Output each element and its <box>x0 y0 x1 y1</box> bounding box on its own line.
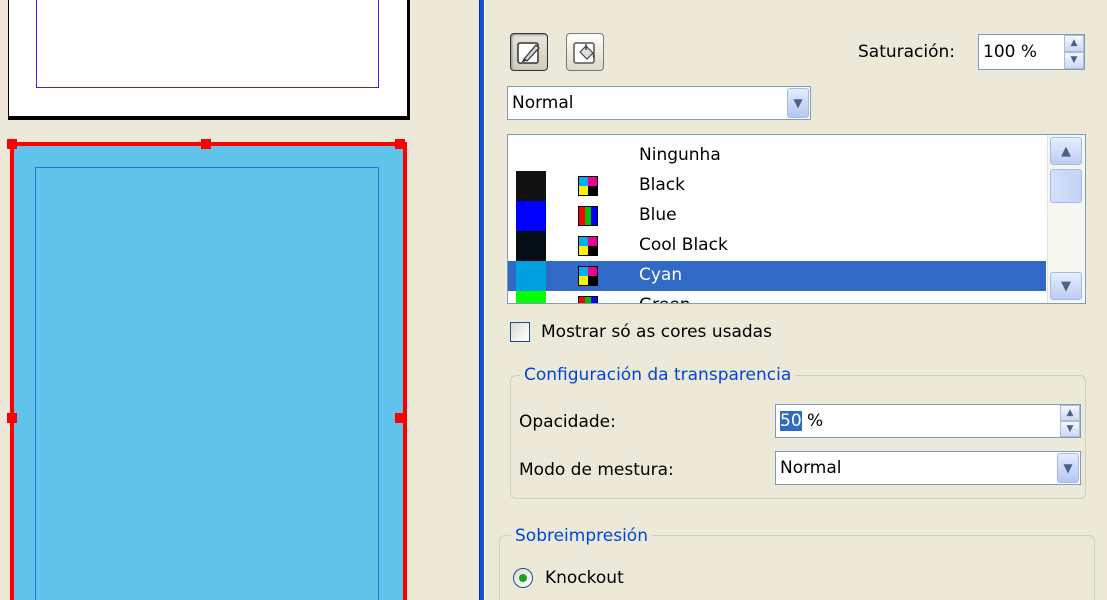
chevron-down-icon[interactable]: ▼ <box>787 88 809 118</box>
color-swatch <box>516 261 546 291</box>
color-item-name: Green <box>639 295 690 303</box>
knockout-label[interactable]: Knockout <box>545 568 624 588</box>
frame-handle-middle-left[interactable] <box>7 413 17 423</box>
show-used-colors-checkbox[interactable] <box>510 322 530 342</box>
color-item-name: Cool Black <box>639 235 728 255</box>
frame-margin-guide <box>35 167 379 600</box>
color-item-green[interactable]: Green <box>508 291 1046 303</box>
knockout-radio[interactable] <box>513 568 533 588</box>
chevron-down-icon[interactable]: ▼ <box>1057 453 1079 483</box>
brush-mode-button[interactable] <box>510 33 548 71</box>
opacity-spin-buttons[interactable]: ▲ ▼ <box>1060 405 1080 437</box>
rgb-model-icon <box>578 296 598 303</box>
transparency-group-title: Configuración da transparencia <box>520 365 796 385</box>
saturation-value[interactable]: 100 % <box>979 35 1064 69</box>
paint-bucket-icon <box>573 42 595 64</box>
tone-mode-combo[interactable]: Normal ▼ <box>507 86 811 120</box>
page-margin-guide <box>36 0 379 88</box>
saturation-spin-buttons[interactable]: ▲ ▼ <box>1064 35 1084 69</box>
color-item-name: Blue <box>639 205 677 225</box>
cmyk-model-icon <box>578 266 598 286</box>
color-item-cool-black[interactable]: Cool Black <box>508 231 1046 261</box>
tone-mode-value: Normal <box>512 93 574 113</box>
scroll-down-icon[interactable]: ▼ <box>1050 272 1082 300</box>
fill-mode-button[interactable] <box>566 33 604 71</box>
blend-mode-value: Normal <box>780 458 842 478</box>
color-item-name: Ningunha <box>639 145 721 165</box>
color-swatch <box>516 171 546 201</box>
color-swatch <box>516 201 546 231</box>
spin-down-icon[interactable]: ▼ <box>1060 421 1080 437</box>
document-canvas[interactable] <box>0 0 482 600</box>
frame-handle-top-right[interactable] <box>395 139 405 149</box>
frame-handle-top-left[interactable] <box>7 139 17 149</box>
color-item-blue[interactable]: Blue <box>508 201 1046 231</box>
color-swatch <box>516 231 546 261</box>
cmyk-model-icon <box>578 176 598 196</box>
show-used-colors-label[interactable]: Mostrar só as cores usadas <box>541 322 772 342</box>
opacity-spinbox[interactable]: 50 % ▲ ▼ <box>775 404 1081 438</box>
color-item-name: Cyan <box>639 265 683 285</box>
overprint-group-title: Sobreimpresión <box>511 526 652 546</box>
color-swatch <box>516 291 546 303</box>
color-item-ningunha[interactable]: Ningunha <box>508 141 1046 171</box>
rgb-model-icon <box>578 206 598 226</box>
color-list[interactable]: Ningunha Black Blue Cool Black Cyan Gree… <box>507 134 1086 304</box>
opacity-input[interactable]: 50 % <box>776 405 1060 437</box>
color-item-name: Black <box>639 175 685 195</box>
cmyk-model-icon <box>578 236 598 256</box>
color-list-scrollbar[interactable]: ▲ ▼ <box>1047 135 1085 303</box>
spin-up-icon[interactable]: ▲ <box>1064 35 1084 52</box>
color-item-cyan[interactable]: Cyan <box>508 261 1046 291</box>
opacity-value-selected[interactable]: 50 <box>780 411 802 431</box>
scroll-up-icon[interactable]: ▲ <box>1050 137 1082 165</box>
blend-mode-combo[interactable]: Normal ▼ <box>775 451 1081 485</box>
radio-selected-dot <box>519 574 527 582</box>
frame-handle-top-center[interactable] <box>201 139 211 149</box>
brush-icon <box>517 42 540 64</box>
opacity-label: Opacidade: <box>519 412 616 432</box>
spin-up-icon[interactable]: ▲ <box>1060 405 1080 421</box>
opacity-unit: % <box>801 411 824 431</box>
color-item-black[interactable]: Black <box>508 171 1046 201</box>
spin-down-icon[interactable]: ▼ <box>1064 52 1084 69</box>
frame-handle-middle-right[interactable] <box>395 413 405 423</box>
blend-mode-label: Modo de mestura: <box>519 460 674 480</box>
saturation-label: Saturación: <box>858 42 956 62</box>
scroll-thumb[interactable] <box>1050 169 1082 203</box>
saturation-spinbox[interactable]: 100 % ▲ ▼ <box>978 34 1085 70</box>
